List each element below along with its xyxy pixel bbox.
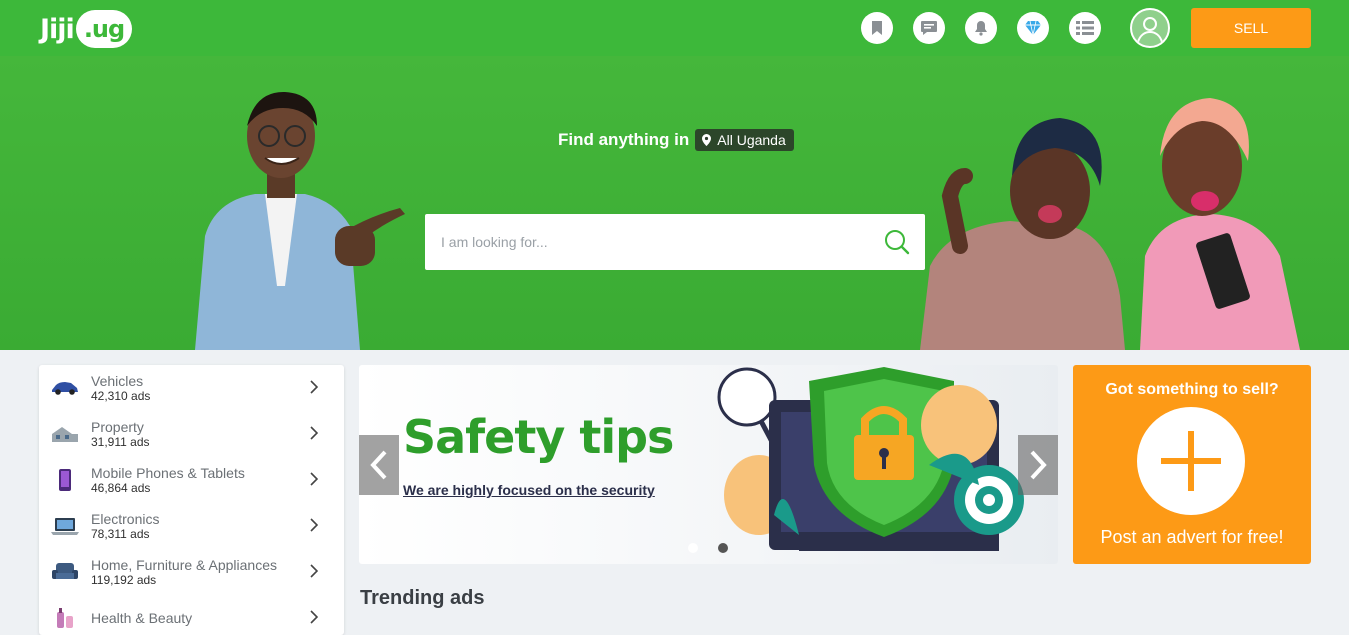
top-navbar: Jiji .ug SELL xyxy=(0,0,1349,56)
chat-icon[interactable] xyxy=(913,12,945,44)
chevron-right-icon xyxy=(310,472,318,486)
category-item-mobile-phones[interactable]: Mobile Phones & Tablets 46,864 ads xyxy=(39,457,344,503)
post-advert-card[interactable]: Got something to sell? Post an advert fo… xyxy=(1073,365,1311,564)
category-name: Vehicles xyxy=(91,372,144,389)
plus-icon[interactable] xyxy=(1137,407,1245,515)
chevron-right-icon xyxy=(310,518,318,532)
category-item-health-beauty[interactable]: Health & Beauty xyxy=(39,595,344,635)
cosmetics-icon xyxy=(49,604,81,632)
car-icon xyxy=(49,374,81,402)
user-avatar[interactable] xyxy=(1130,8,1170,48)
search-icon[interactable] xyxy=(869,214,925,270)
banner-title: Safety tips xyxy=(403,410,674,464)
hero-man-illustration xyxy=(195,91,405,350)
category-name: Electronics xyxy=(91,510,160,527)
category-item-vehicles[interactable]: Vehicles 42,310 ads xyxy=(39,365,344,411)
category-count: 46,864 ads xyxy=(91,480,151,495)
phone-icon xyxy=(49,466,81,494)
category-item-electronics[interactable]: Electronics 78,311 ads xyxy=(39,503,344,549)
list-icon[interactable] xyxy=(1069,12,1101,44)
jiji-logo[interactable]: Jiji .ug xyxy=(40,9,133,49)
sofa-icon xyxy=(49,558,81,586)
chevron-right-icon[interactable] xyxy=(1018,435,1058,495)
category-name: Mobile Phones & Tablets xyxy=(91,464,245,481)
category-item-property[interactable]: Property 31,911 ads xyxy=(39,411,344,457)
category-count: 42,310 ads xyxy=(91,388,151,403)
category-count: 119,192 ads xyxy=(91,572,157,587)
chevron-right-icon xyxy=(310,564,318,578)
banner-subtitle[interactable]: We are highly focused on the security xyxy=(403,482,655,498)
safety-tips-banner[interactable]: Safety tips We are highly focused on the… xyxy=(359,365,1058,564)
post-advert-label: Post an advert for free! xyxy=(1100,527,1284,547)
location-pin-icon xyxy=(702,134,712,146)
category-name: Property xyxy=(91,418,144,435)
house-icon xyxy=(49,420,81,448)
trending-ads-title: Trending ads xyxy=(360,587,485,609)
sell-button[interactable]: SELL xyxy=(1191,8,1311,48)
security-illustration xyxy=(717,367,1024,551)
location-selector[interactable]: All Uganda xyxy=(695,129,794,151)
category-count: 78,311 ads xyxy=(91,526,150,541)
sell-question: Got something to sell? xyxy=(1105,381,1279,398)
carousel-dot-active[interactable] xyxy=(718,543,728,553)
chevron-right-icon xyxy=(310,426,318,440)
find-anything-label: Find anything in xyxy=(558,130,690,149)
category-item-home-furniture[interactable]: Home, Furniture & Appliances 119,192 ads xyxy=(39,549,344,595)
chevron-right-icon xyxy=(310,380,318,394)
find-anything-row: Find anything in All Uganda xyxy=(558,129,794,151)
hero-section: Find anything in All Uganda xyxy=(0,56,1349,350)
diamond-icon[interactable] xyxy=(1017,12,1049,44)
search-bar xyxy=(425,214,925,270)
bell-icon[interactable] xyxy=(965,12,997,44)
search-input[interactable] xyxy=(425,214,869,270)
logo-text: Jiji xyxy=(40,13,75,45)
hero-women-illustration xyxy=(920,98,1300,350)
laptop-icon xyxy=(49,512,81,540)
carousel-dot[interactable] xyxy=(688,543,698,553)
logo-domain: .ug xyxy=(75,10,133,48)
chevron-right-icon xyxy=(310,610,318,624)
bookmark-icon[interactable] xyxy=(861,12,893,44)
location-label: All Uganda xyxy=(717,132,786,148)
category-count: 31,911 ads xyxy=(91,434,150,449)
category-list: Vehicles 42,310 ads Property 31,911 ads … xyxy=(39,365,344,635)
chevron-left-icon[interactable] xyxy=(359,435,399,495)
category-name: Home, Furniture & Appliances xyxy=(91,556,277,573)
